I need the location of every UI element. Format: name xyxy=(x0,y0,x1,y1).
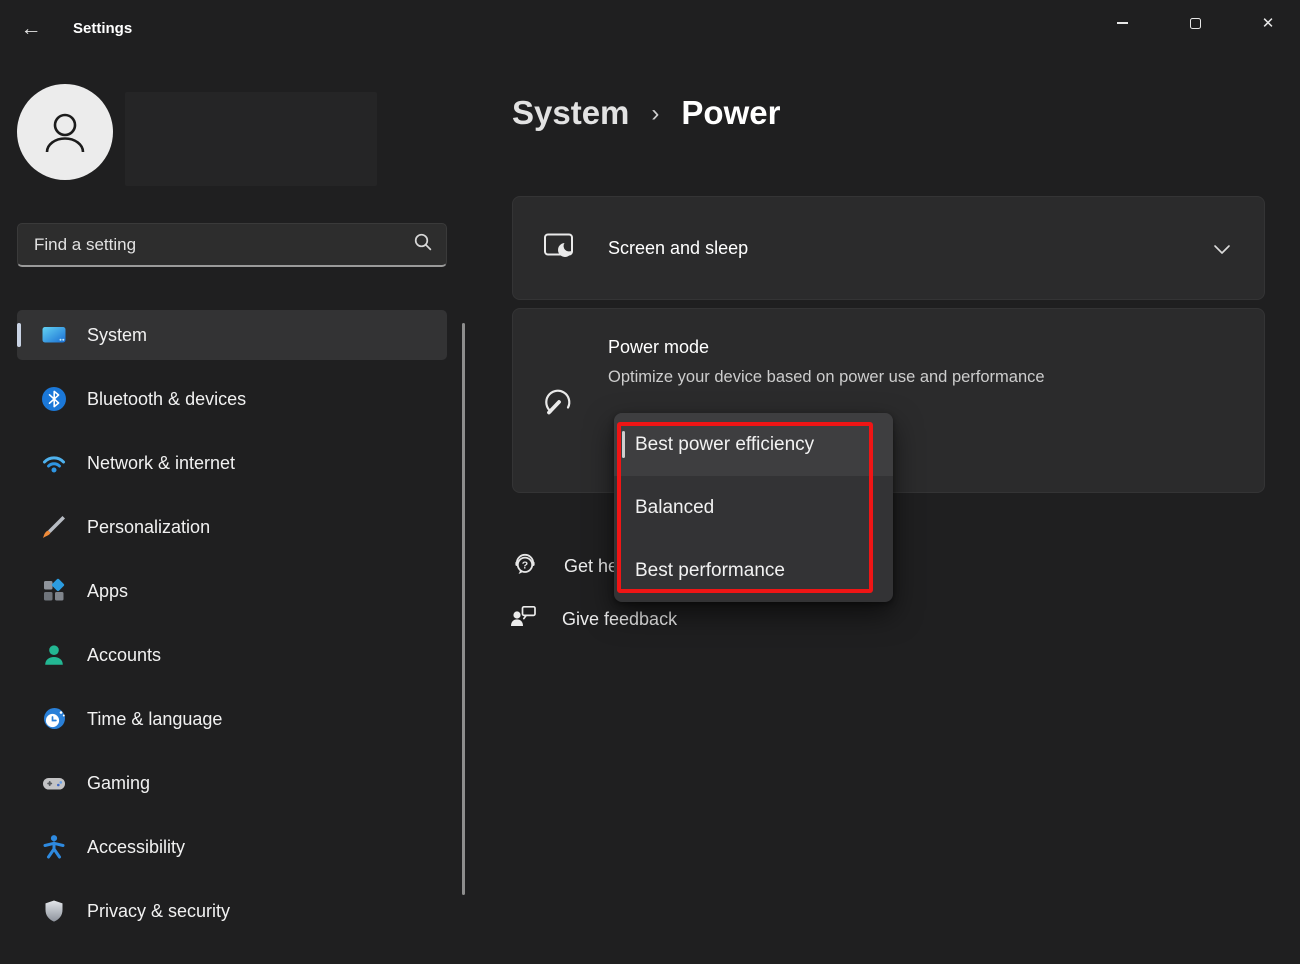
sidebar-item-network-internet[interactable]: Network & internet xyxy=(17,438,447,488)
search-input[interactable] xyxy=(34,235,412,255)
dropdown-option-balanced[interactable]: Balanced xyxy=(614,476,893,539)
sidebar-item-gaming[interactable]: Gaming xyxy=(17,758,447,808)
svg-text:?: ? xyxy=(522,560,528,572)
screen-sleep-icon xyxy=(543,232,577,267)
card-subtitle: Optimize your device based on power use … xyxy=(608,368,1045,387)
maximize-icon xyxy=(1190,18,1201,29)
app-title: Settings xyxy=(73,20,132,37)
minimize-icon xyxy=(1117,22,1128,24)
search-box[interactable] xyxy=(17,223,447,267)
breadcrumb-separator-icon: › xyxy=(651,98,659,128)
close-icon: ✕ xyxy=(1262,14,1275,32)
sidebar-item-system[interactable]: System xyxy=(17,310,447,360)
breadcrumb-system-link[interactable]: System xyxy=(512,94,629,132)
sidebar-item-bluetooth-devices[interactable]: Bluetooth & devices xyxy=(17,374,447,424)
accessibility-icon xyxy=(41,834,67,860)
dropdown-option-best-power-efficiency[interactable]: Best power efficiency xyxy=(614,413,893,476)
sidebar-scrollbar[interactable] xyxy=(462,323,465,895)
sidebar-item-label: Gaming xyxy=(87,773,150,794)
card-title: Power mode xyxy=(608,337,709,358)
close-button[interactable]: ✕ xyxy=(1245,0,1291,46)
accounts-icon xyxy=(41,642,67,668)
power-mode-gauge-icon xyxy=(542,386,576,423)
dropdown-option-best-performance[interactable]: Best performance xyxy=(614,539,893,602)
sidebar-item-label: Accessibility xyxy=(87,837,185,858)
back-button[interactable]: ← xyxy=(14,14,48,44)
user-name-placeholder xyxy=(125,92,377,186)
apps-icon xyxy=(41,578,67,604)
network-icon xyxy=(41,450,67,476)
sidebar-item-time-language[interactable]: Time & language xyxy=(17,694,447,744)
settings-window: ← Settings ✕ xyxy=(0,0,1300,964)
dropdown-option-label: Balanced xyxy=(635,497,714,519)
gaming-icon xyxy=(41,770,67,796)
avatar[interactable] xyxy=(17,84,113,180)
minimize-button[interactable] xyxy=(1099,0,1145,46)
page-title: Power xyxy=(681,94,780,132)
user-icon xyxy=(34,101,96,163)
sidebar-item-apps[interactable]: Apps xyxy=(17,566,447,616)
bluetooth-icon xyxy=(41,386,67,412)
search-icon xyxy=(412,231,434,258)
card-label: Screen and sleep xyxy=(608,238,748,259)
give-feedback-label: Give feedback xyxy=(562,609,677,630)
dropdown-option-label: Best performance xyxy=(635,560,785,582)
titlebar: ← Settings ✕ xyxy=(0,0,1300,56)
sidebar-item-personalization[interactable]: Personalization xyxy=(17,502,447,552)
selected-indicator xyxy=(17,323,21,347)
sidebar-item-label: Accounts xyxy=(87,645,161,666)
chevron-down-icon[interactable] xyxy=(1210,237,1234,266)
sidebar-item-label: Personalization xyxy=(87,517,210,538)
back-icon: ← xyxy=(21,17,42,40)
selected-option-indicator xyxy=(622,431,625,458)
power-mode-dropdown: Best power efficiency Balanced Best perf… xyxy=(614,413,893,602)
sidebar-item-label: Time & language xyxy=(87,709,222,730)
give-feedback-link[interactable]: Give feedback xyxy=(508,602,677,637)
sidebar-item-accessibility[interactable]: Accessibility xyxy=(17,822,447,872)
sidebar-item-label: Privacy & security xyxy=(87,901,230,922)
time-language-icon xyxy=(41,706,67,732)
privacy-icon xyxy=(41,898,67,924)
sidebar-item-label: Network & internet xyxy=(87,453,235,474)
sidebar-item-privacy-security[interactable]: Privacy & security xyxy=(17,886,447,936)
get-help-icon: ? xyxy=(510,549,540,584)
sidebar-item-label: Bluetooth & devices xyxy=(87,389,246,410)
maximize-button[interactable] xyxy=(1172,0,1218,46)
sidebar-item-label: System xyxy=(87,325,147,346)
window-controls: ✕ xyxy=(1099,0,1291,46)
breadcrumb: System › Power xyxy=(512,90,780,136)
give-feedback-icon xyxy=(508,602,538,637)
personalization-icon xyxy=(41,514,67,540)
system-icon xyxy=(41,322,67,348)
screen-and-sleep-card[interactable]: Screen and sleep xyxy=(512,196,1265,300)
sidebar-item-accounts[interactable]: Accounts xyxy=(17,630,447,680)
sidebar-nav: System Bluetooth & devices Network xyxy=(17,310,447,936)
sidebar-item-label: Apps xyxy=(87,581,128,602)
dropdown-option-label: Best power efficiency xyxy=(635,434,814,456)
